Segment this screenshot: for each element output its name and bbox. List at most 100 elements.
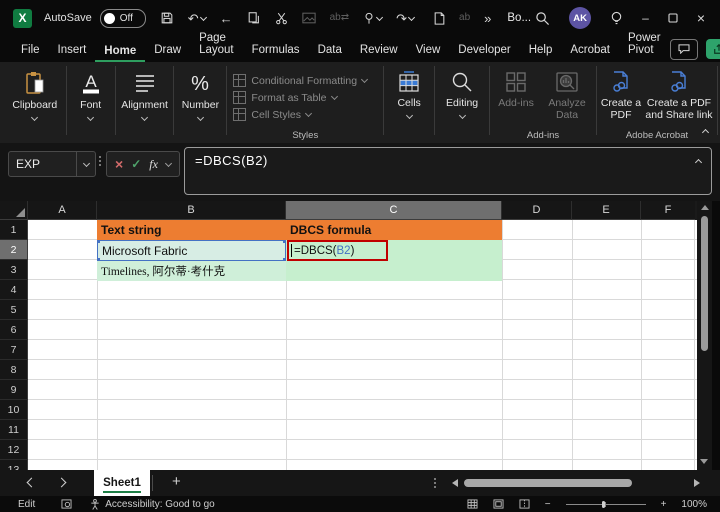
new-sheet-button[interactable]: + (172, 473, 181, 490)
row-header-8[interactable]: 8 (0, 360, 28, 380)
toolbar-overflow-icon[interactable]: » (484, 12, 491, 25)
vertical-scrollbar-thumb[interactable] (701, 216, 708, 351)
column-header-b[interactable]: B (97, 201, 286, 220)
row-header-2[interactable]: 2 (0, 240, 28, 260)
maximize-button[interactable] (668, 13, 678, 23)
page-layout-view-icon[interactable] (493, 499, 504, 509)
scroll-down-icon[interactable] (700, 459, 708, 464)
tab-view[interactable]: View (407, 39, 450, 62)
tab-acrobat[interactable]: Acrobat (561, 39, 619, 62)
redo-icon[interactable]: ↷ (396, 12, 416, 25)
insert-function-icon[interactable]: fx (149, 157, 158, 172)
accessibility-status[interactable]: Accessibility: Good to go (105, 499, 215, 510)
tab-review[interactable]: Review (351, 39, 407, 62)
column-header-a[interactable]: A (28, 201, 97, 220)
new-file-icon[interactable] (434, 11, 445, 25)
scroll-left-icon[interactable] (452, 479, 458, 487)
previous-sheet-icon[interactable] (26, 477, 37, 488)
row-header-3[interactable]: 3 (0, 260, 28, 280)
cell-c2[interactable]: =DBCS(B2) (286, 240, 502, 261)
tab-formulas[interactable]: Formulas (243, 39, 309, 62)
tab-file[interactable]: File (12, 39, 49, 62)
back-arrow-icon[interactable]: ← (220, 12, 233, 25)
zoom-level[interactable]: 100% (681, 499, 707, 510)
cell-b2[interactable]: Microsoft Fabric (97, 240, 286, 261)
document-title[interactable]: Bo... (507, 12, 531, 24)
row-header-6[interactable]: 6 (0, 320, 28, 340)
comments-button[interactable] (669, 38, 698, 60)
vertical-scrollbar[interactable] (697, 201, 712, 470)
create-pdf-share-button[interactable]: Create a PDF and Share link (643, 62, 715, 129)
row-header-13[interactable]: 13 (0, 460, 28, 470)
account-avatar[interactable]: AK (569, 7, 592, 29)
cancel-icon[interactable]: × (115, 156, 123, 172)
autosave-toggle[interactable]: Off (99, 8, 146, 28)
row-header-9[interactable]: 9 (0, 380, 28, 400)
row-header-11[interactable]: 11 (0, 420, 28, 440)
scroll-right-icon[interactable] (694, 479, 700, 487)
share-button[interactable] (705, 39, 720, 59)
sheet-tab-sheet1[interactable]: Sheet1 (94, 470, 150, 496)
touch-mode-icon[interactable] (363, 12, 384, 25)
row-header-5[interactable]: 5 (0, 300, 28, 320)
formula-input[interactable]: =DBCS(B2) (184, 147, 712, 195)
column-header-f[interactable]: F (641, 201, 695, 220)
next-sheet-icon[interactable] (56, 477, 67, 488)
cut-icon[interactable] (275, 12, 288, 25)
sheet-cells-area[interactable]: Text string DBCS formula =DBCS(B2) Micro… (28, 220, 697, 470)
close-button[interactable]: × (697, 10, 705, 26)
cell-b3[interactable]: Timelines, 阿尔蒂·考什克 (97, 261, 286, 281)
alignment-group-button[interactable]: Alignment (118, 62, 172, 143)
zoom-in-button[interactable]: + (661, 499, 667, 510)
macro-record-icon[interactable] (61, 499, 72, 509)
page-break-preview-icon[interactable] (519, 499, 530, 509)
font-group-button[interactable]: A Font (69, 62, 113, 143)
row-header-4[interactable]: 4 (0, 280, 28, 300)
number-group-button[interactable]: % Number (176, 62, 224, 143)
cell-c3[interactable] (286, 261, 502, 281)
tab-insert[interactable]: Insert (49, 39, 96, 62)
zoom-slider-thumb[interactable] (601, 500, 605, 508)
accessibility-icon[interactable] (90, 498, 100, 510)
tab-data[interactable]: Data (309, 39, 351, 62)
tab-home[interactable]: Home (95, 40, 146, 62)
enter-icon[interactable]: ✓ (131, 157, 141, 171)
tab-help[interactable]: Help (520, 39, 562, 62)
save-icon[interactable] (160, 11, 174, 25)
name-box-dropdown-icon[interactable] (76, 152, 95, 176)
tab-draw[interactable]: Draw (145, 39, 190, 62)
normal-view-icon[interactable] (467, 499, 478, 509)
cell-b1[interactable]: Text string (97, 220, 286, 240)
tab-developer[interactable]: Developer (449, 39, 519, 62)
minimize-button[interactable]: – (642, 12, 649, 24)
reference-handle[interactable] (98, 241, 100, 243)
cell-c2-edit-box[interactable]: =DBCS(B2) (287, 240, 388, 261)
row-header-12[interactable]: 12 (0, 440, 28, 460)
create-pdf-button[interactable]: Create a PDF (599, 62, 643, 129)
formula-bar-resize-handle[interactable] (99, 156, 101, 166)
zoom-slider[interactable] (565, 500, 646, 509)
function-dropdown-icon[interactable] (164, 159, 173, 167)
clipboard-group-button[interactable]: Clipboard (6, 62, 64, 143)
scroll-up-icon[interactable] (700, 205, 709, 210)
row-header-1[interactable]: 1 (0, 220, 28, 240)
zoom-out-button[interactable]: − (545, 499, 551, 510)
reference-handle[interactable] (283, 241, 285, 243)
editing-group-button[interactable]: Editing (437, 62, 487, 143)
select-all-corner[interactable] (0, 201, 28, 220)
column-header-c[interactable]: C (286, 201, 502, 220)
scrollbar-resize-handle[interactable] (434, 478, 436, 488)
search-icon[interactable] (535, 11, 550, 26)
tab-power-pivot[interactable]: Power Pivot (619, 27, 670, 62)
cells-group-button[interactable]: Cells (386, 62, 432, 143)
row-header-7[interactable]: 7 (0, 340, 28, 360)
row-header-10[interactable]: 10 (0, 400, 28, 420)
lightbulb-icon[interactable] (610, 11, 623, 26)
column-header-d[interactable]: D (502, 201, 572, 220)
horizontal-scrollbar-thumb[interactable] (464, 479, 632, 487)
undo-icon[interactable]: ↶ (188, 12, 207, 25)
cell-c1[interactable]: DBCS formula (286, 220, 502, 240)
column-header-e[interactable]: E (572, 201, 641, 220)
tab-page-layout[interactable]: Page Layout (190, 27, 243, 62)
copy-icon[interactable] (247, 11, 261, 25)
